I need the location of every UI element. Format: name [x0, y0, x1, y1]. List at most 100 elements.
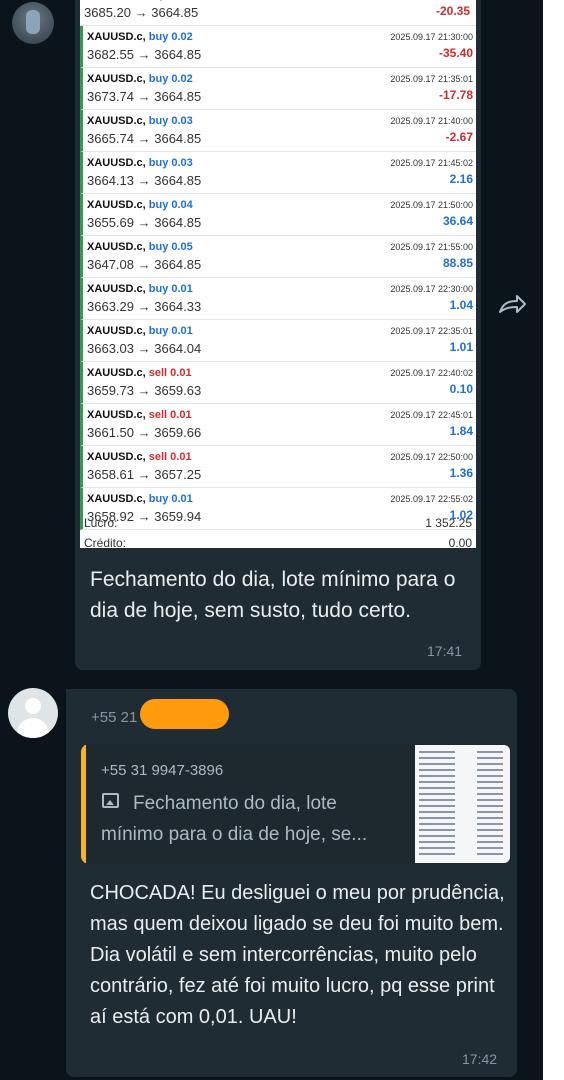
trade-row: XAUUSD.c, sell 0.01 3658.61 → 3657.25 2025…: [80, 446, 476, 488]
trade-symbol-text: XAUUSD.c,: [87, 31, 146, 43]
trade-symbol: XAUUSD.c, buy 0.04: [87, 199, 193, 211]
trade-profit: 88.85: [442, 256, 473, 270]
trade-side: buy 0.02: [146, 0, 190, 1]
trade-price: 3647.08 → 3664.85: [87, 257, 202, 272]
thumb-line: [477, 817, 503, 819]
trade-date: 2025.09.17 22:55:02: [390, 494, 473, 504]
thumb-line: [419, 781, 455, 783]
thumb-line: [419, 841, 455, 843]
trade-symbol: XAUUSD.c, buy 0.02: [87, 73, 193, 85]
trade-side: buy 0.05: [148, 241, 193, 253]
trade-price: 3659.73 → 3659.63: [87, 383, 202, 398]
trade-symbol-text: XAUUSD.c,: [87, 157, 146, 169]
trade-symbol-text: XAUUSD.c,: [87, 451, 146, 463]
thumb-line: [419, 763, 455, 765]
trade-price: 3661.50 → 3659.66: [87, 425, 202, 440]
trade-price: 3663.29 → 3664.33: [87, 299, 202, 314]
trade-symbol-text: XAUUSD.c,: [87, 493, 146, 505]
trade-price: 3682.55 → 3664.85: [87, 47, 202, 62]
thumb-line: [419, 823, 455, 825]
thumb-line: [477, 835, 503, 837]
trade-profit: 1.01: [449, 340, 473, 354]
sender-avatar[interactable]: [8, 688, 58, 738]
trade-side: buy 0.02: [148, 31, 193, 43]
trade-symbol: XAUUSD.c, buy 0.05: [87, 241, 193, 253]
trade-row: XAUUSD.c, buy 0.03 3664.13 → 3664.85 2025.…: [80, 152, 476, 194]
trade-date: 2025.09.17 21:30:00: [390, 32, 473, 42]
thumb-line: [419, 787, 455, 789]
quote-author: +55 31 9947-3896: [101, 762, 224, 779]
trade-symbol: XAUUSD.c, buy 0.01: [87, 493, 193, 505]
message-2-text: CHOCADA! Eu desliguei o meu por prudênci…: [90, 882, 505, 1028]
trade-profit: 0.10: [449, 382, 473, 396]
thumb-line: [477, 805, 503, 807]
thumb-line: [477, 847, 503, 849]
trade-price: 3664.13 → 3664.85: [87, 173, 202, 188]
trade-date: 2025.09.17 21:55:00: [390, 242, 473, 252]
trade-row: XAUUSD.c, sell 0.01 3661.50 → 3659.66 2025…: [80, 404, 476, 446]
trade-symbol-text: XAUUSD.c,: [87, 115, 146, 127]
thumb-line: [419, 847, 455, 849]
trade-profit: -17.78: [438, 88, 473, 102]
trade-date: 2025.09.17 21:35:01: [390, 74, 473, 84]
forward-icon[interactable]: [497, 293, 527, 317]
trade-row: XAUUSD.c, buy 0.03 3665.74 → 3664.85 2025.…: [80, 110, 476, 152]
trade-price: 3685.20 → 3664.85: [84, 5, 199, 20]
trade-side: buy 0.03: [148, 157, 193, 169]
trade-price: 3663.03 → 3664.04: [87, 341, 202, 356]
trade-side: buy 0.03: [148, 115, 193, 127]
trade-date: 2025.09.17 21:45:02: [390, 158, 473, 168]
trade-profit: -35.40: [438, 46, 473, 60]
thumb-line: [419, 811, 455, 813]
thumb-line: [419, 805, 455, 807]
summary-credit-value: 0.00: [448, 536, 472, 548]
trade-profit: 1.36: [449, 466, 473, 480]
trade-profit: 2.16: [449, 172, 473, 186]
trade-symbol-text: XAUUSD.c,: [87, 199, 146, 211]
trade-row: XAUUSD.c, sell 0.01 3659.73 → 3659.63 2025…: [80, 362, 476, 404]
avatar-head-shape: [25, 698, 41, 714]
trade-symbol: XAUUSD.c, buy 0.01: [87, 283, 193, 295]
trade-profit: -20.35: [435, 4, 470, 18]
trade-date: 2025.09.17 22:35:01: [390, 326, 473, 336]
trade-symbol: XAUUSD.c, sell 0.01: [87, 409, 192, 421]
thumb-line: [419, 799, 455, 801]
thumb-line: [419, 757, 455, 759]
trade-price: 3673.74 → 3664.85: [87, 89, 202, 104]
quote-text: Fechamento do dia, lote mínimo para o di…: [101, 793, 368, 845]
trade-row: XAUUSD.c, buy 0.02 3682.55 → 3664.85 2025.…: [80, 26, 476, 68]
trade-symbol: XAUUSD.c, sell 0.01: [87, 367, 192, 379]
thumb-line: [477, 829, 503, 831]
trade-price: 3665.74 → 3664.85: [87, 131, 202, 146]
quote-thumbnail[interactable]: [415, 745, 510, 863]
trade-side: buy 0.01: [148, 493, 193, 505]
redaction-mark: [140, 699, 229, 729]
contact-avatar[interactable]: [12, 2, 54, 44]
trade-price: 3655.69 → 3664.85: [87, 215, 202, 230]
thumb-line: [419, 769, 455, 771]
trade-date: 2025.09.17 22:30:00: [390, 284, 473, 294]
thumb-line: [419, 853, 455, 855]
thumb-line: [477, 757, 503, 759]
trade-side: buy 0.01: [148, 325, 193, 337]
thumb-line: [419, 835, 455, 837]
trade-history-image[interactable]: Lucro: 1 352.25 Crédito: 0.00 XAUUSD.c, …: [80, 0, 476, 548]
quoted-message[interactable]: +55 31 9947-3896 Fechamento do dia, lote…: [81, 744, 511, 864]
trade-symbol-text: XAUUSD.c,: [87, 367, 146, 379]
trade-date: 2025.09.17 22:50:00: [390, 452, 473, 462]
trade-row: XAUUSD.c, buy 0.01 3658.92 → 3659.94 2025.…: [80, 488, 476, 530]
trade-profit: 1.04: [449, 298, 473, 312]
thumb-line: [477, 787, 503, 789]
summary-credit-row: Crédito: 0.00: [84, 536, 472, 548]
thumb-line: [419, 817, 455, 819]
trade-row: XAUUSD.c, buy 0.04 3655.69 → 3664.85 2025.…: [80, 194, 476, 236]
trade-date: 2025.09.17 22:40:02: [390, 368, 473, 378]
trade-price: 3658.61 → 3657.25: [87, 467, 202, 482]
message-1-time: 17:41: [427, 643, 463, 659]
trade-price: 3658.92 → 3659.94: [87, 509, 202, 524]
trade-side: buy 0.02: [148, 73, 193, 85]
trade-symbol: XAUUSD.c, buy 0.02: [87, 31, 193, 43]
thumb-line: [477, 823, 503, 825]
trade-symbol: XAUUSD.c, sell 0.01: [87, 451, 192, 463]
trade-profit: 1.02: [449, 508, 473, 522]
